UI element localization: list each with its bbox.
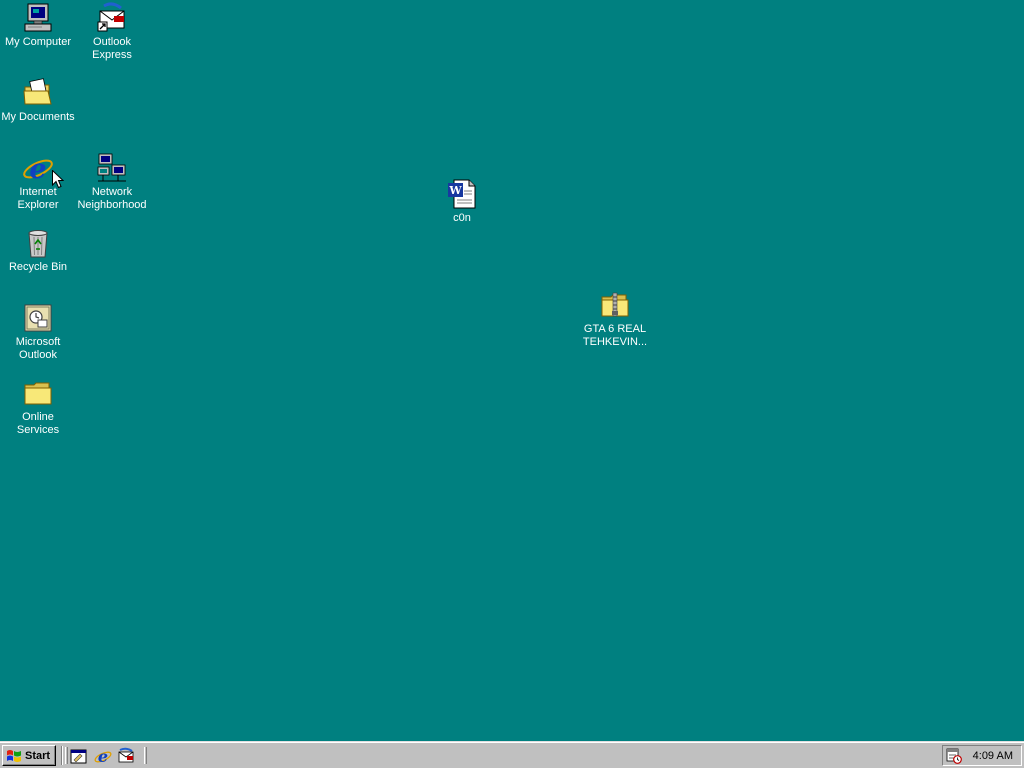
taskbar-separator: [61, 746, 63, 765]
outlook-express-icon: [97, 2, 125, 32]
system-tray: 4:09 AM: [942, 745, 1022, 766]
my-computer-shortcut[interactable]: My Computer: [0, 2, 76, 49]
taskbar-clock[interactable]: 4:09 AM: [973, 750, 1013, 762]
outlook-express-label: Outlook Express: [92, 36, 132, 61]
my-documents-label: My Documents: [1, 111, 75, 123]
start-button[interactable]: Start: [2, 745, 56, 766]
microsoft-outlook-shortcut[interactable]: Microsoft Outlook: [0, 302, 76, 362]
online-services-label: Online Services: [16, 411, 60, 436]
internet-explorer-icon[interactable]: e: [94, 747, 112, 765]
taskbar: Start e 4:09 AM: [0, 741, 1024, 768]
folder-icon: [24, 382, 52, 405]
mouse-pointer-icon: [52, 170, 64, 189]
task-scheduler-icon[interactable]: [946, 748, 962, 764]
outlook-express-icon[interactable]: [117, 747, 135, 765]
network-icon: [97, 153, 126, 182]
microsoft-outlook-label: Microsoft Outlook: [15, 336, 61, 361]
outlook-icon: [24, 304, 52, 332]
network-neighborhood-label: Network Neighborhood: [77, 186, 147, 211]
quick-launch-grip[interactable]: [65, 747, 68, 764]
gta6-zip-label: GTA 6 REAL TEHKEVIN...: [582, 323, 648, 348]
show-desktop-icon[interactable]: [70, 747, 88, 765]
outlook-express-shortcut[interactable]: Outlook Express: [74, 2, 150, 62]
network-neighborhood-shortcut[interactable]: Network Neighborhood: [74, 152, 150, 212]
desktop[interactable]: My Computer Outlook Express My Documents…: [0, 0, 1024, 741]
word-document-icon: W: [448, 179, 476, 209]
taskbar-buttons-grip[interactable]: [144, 747, 147, 764]
svg-text:W: W: [448, 184, 462, 197]
recycle-bin-icon: [28, 230, 48, 258]
documents-folder-icon: [23, 78, 52, 105]
windows-logo-icon: [7, 749, 21, 762]
svg-text:e: e: [29, 154, 46, 184]
internet-explorer-label: Internet Explorer: [17, 186, 59, 211]
gta6-zip-shortcut[interactable]: GTA 6 REAL TEHKEVIN...: [577, 289, 653, 349]
computer-icon: [24, 3, 52, 32]
c0n-document-label: c0n: [453, 212, 471, 224]
my-computer-label: My Computer: [4, 36, 72, 48]
internet-explorer-icon: e: [23, 154, 53, 184]
c0n-document-shortcut[interactable]: W c0n: [424, 178, 500, 225]
recycle-bin-label: Recycle Bin: [8, 261, 68, 273]
recycle-bin-shortcut[interactable]: Recycle Bin: [0, 227, 76, 274]
svg-text:e: e: [98, 747, 108, 765]
my-documents-shortcut[interactable]: My Documents: [0, 77, 76, 124]
internet-explorer-shortcut[interactable]: e Internet Explorer: [0, 152, 76, 212]
start-label: Start: [25, 749, 51, 762]
online-services-shortcut[interactable]: Online Services: [0, 377, 76, 437]
zip-folder-icon: [601, 292, 629, 317]
